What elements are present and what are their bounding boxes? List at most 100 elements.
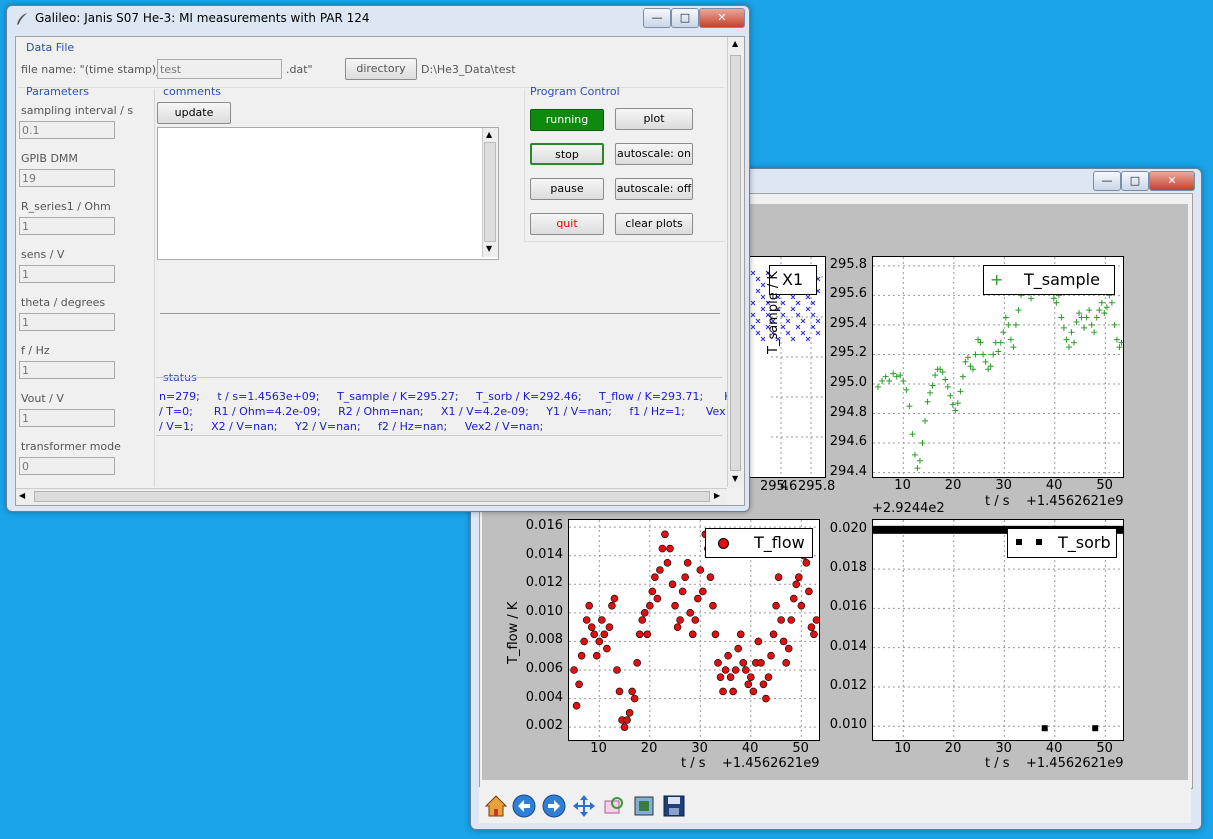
- quit-button[interactable]: quit: [530, 213, 604, 235]
- data-point: [580, 637, 588, 646]
- param-input[interactable]: 1: [19, 265, 115, 283]
- data-point: [706, 573, 715, 581]
- data-point: [744, 680, 753, 689]
- scroll-up-icon[interactable]: ▲: [732, 39, 738, 48]
- stop-button[interactable]: stop: [530, 143, 604, 165]
- data-point: [769, 630, 778, 639]
- pan-icon[interactable]: [571, 793, 597, 819]
- scroll-thumb[interactable]: [34, 491, 710, 502]
- maximize-button[interactable]: □: [671, 8, 699, 28]
- data-point: [688, 630, 697, 639]
- param-input[interactable]: 0.1: [19, 121, 115, 139]
- y-tick-label: 0.012: [829, 677, 867, 693]
- data-point: [1096, 307, 1103, 314]
- param-input[interactable]: 1: [19, 217, 115, 235]
- clear-plots-button[interactable]: clear plots: [615, 213, 693, 235]
- data-point: [772, 601, 780, 610]
- data-point: [762, 694, 770, 703]
- data-point: [691, 616, 700, 624]
- param-input[interactable]: 1: [19, 409, 115, 427]
- t-sample-plot-area[interactable]: + T_sample: [872, 256, 1124, 478]
- x-tick-label: 10: [894, 741, 911, 756]
- data-point: [755, 288, 761, 294]
- data-point: [957, 388, 964, 395]
- data-point: [755, 318, 761, 324]
- minimize-button[interactable]: —: [643, 8, 671, 28]
- close-button[interactable]: ✕: [699, 8, 745, 28]
- x1-xtick: 295.8: [798, 479, 836, 494]
- data-point: [572, 701, 581, 710]
- data-point: [893, 373, 900, 380]
- directory-button[interactable]: directory: [345, 58, 417, 80]
- x1-legend-label: X1: [782, 270, 804, 289]
- autoscale-off-button[interactable]: autoscale: off: [615, 178, 693, 200]
- param-input[interactable]: 1: [19, 313, 115, 331]
- data-point: [805, 587, 813, 596]
- param-input[interactable]: 1: [19, 361, 115, 379]
- t-flow-legend: T_flow: [705, 528, 813, 558]
- data-point: [726, 673, 735, 681]
- scroll-right-icon[interactable]: ▶: [714, 491, 720, 500]
- data-point: [678, 587, 687, 596]
- horizontal-scrollbar[interactable]: ◀ ▶: [16, 488, 727, 505]
- data-point: [944, 383, 951, 390]
- x-tick-label: 50: [792, 741, 809, 756]
- update-button[interactable]: update: [157, 102, 231, 124]
- data-point: [784, 644, 793, 653]
- scroll-left-icon[interactable]: ◀: [19, 491, 25, 500]
- param-input[interactable]: 19: [19, 169, 115, 187]
- vertical-scrollbar[interactable]: ▲ ▼: [727, 37, 744, 487]
- x-tick-label: 10: [894, 478, 911, 493]
- scroll-down-icon[interactable]: ▼: [732, 474, 738, 483]
- back-arrow-icon[interactable]: [511, 793, 537, 819]
- data-point: [755, 276, 761, 282]
- home-icon[interactable]: [483, 793, 509, 819]
- data-point: [1007, 336, 1014, 343]
- y-tick-label: 0.016: [525, 518, 563, 534]
- y-tick-label: 0.002: [525, 718, 563, 734]
- data-point: [810, 324, 816, 330]
- t-sorb-legend-marker: [1016, 539, 1022, 545]
- param-input[interactable]: 0: [19, 457, 115, 475]
- save-icon[interactable]: [661, 793, 687, 819]
- t-sorb-y-offset: +2.9244e2: [872, 501, 945, 516]
- parameters-divider: [154, 89, 155, 487]
- data-point: [600, 630, 609, 639]
- data-point: [760, 336, 766, 342]
- data-point: [1113, 336, 1120, 343]
- subplots-icon[interactable]: [631, 793, 657, 819]
- filename-input[interactable]: test: [157, 59, 282, 79]
- minimize-button[interactable]: —: [1093, 171, 1121, 191]
- data-point: [924, 398, 931, 405]
- pause-button[interactable]: pause: [530, 178, 604, 200]
- x-tick-label: 30: [691, 741, 708, 756]
- data-point: [739, 659, 748, 667]
- comments-scrollbar[interactable]: ▲ ▼: [482, 128, 498, 257]
- data-point: [750, 300, 756, 306]
- t-flow-plot-area[interactable]: T_flow: [568, 519, 820, 741]
- t-sorb-plot-area[interactable]: T_sorb: [872, 519, 1124, 741]
- data-point: [929, 382, 936, 389]
- scroll-down-icon[interactable]: ▼: [486, 244, 492, 253]
- data-point: [780, 312, 786, 318]
- t-flow-ylabel: T_flow / K: [506, 601, 521, 664]
- forward-arrow-icon[interactable]: [541, 793, 567, 819]
- scroll-up-icon[interactable]: ▲: [486, 130, 492, 139]
- maximize-button[interactable]: □: [1121, 171, 1149, 191]
- scroll-thumb[interactable]: [484, 142, 496, 242]
- comments-textarea[interactable]: [157, 127, 499, 260]
- y-tick-label: 0.004: [525, 689, 563, 705]
- zoom-icon[interactable]: [601, 793, 627, 819]
- x-tick-label: 40: [1045, 741, 1063, 756]
- plot-button[interactable]: plot: [615, 108, 693, 130]
- x-tick-label: 40: [741, 741, 759, 756]
- close-button[interactable]: ✕: [1149, 171, 1195, 191]
- scroll-thumb[interactable]: [730, 55, 741, 471]
- data-point: [922, 417, 929, 424]
- autoscale-on-button[interactable]: autoscale: on: [615, 143, 693, 165]
- status-separator: [156, 377, 722, 378]
- data-point: [719, 687, 727, 696]
- data-point: [794, 573, 803, 581]
- data-point: [623, 716, 631, 724]
- data-point: [577, 651, 586, 660]
